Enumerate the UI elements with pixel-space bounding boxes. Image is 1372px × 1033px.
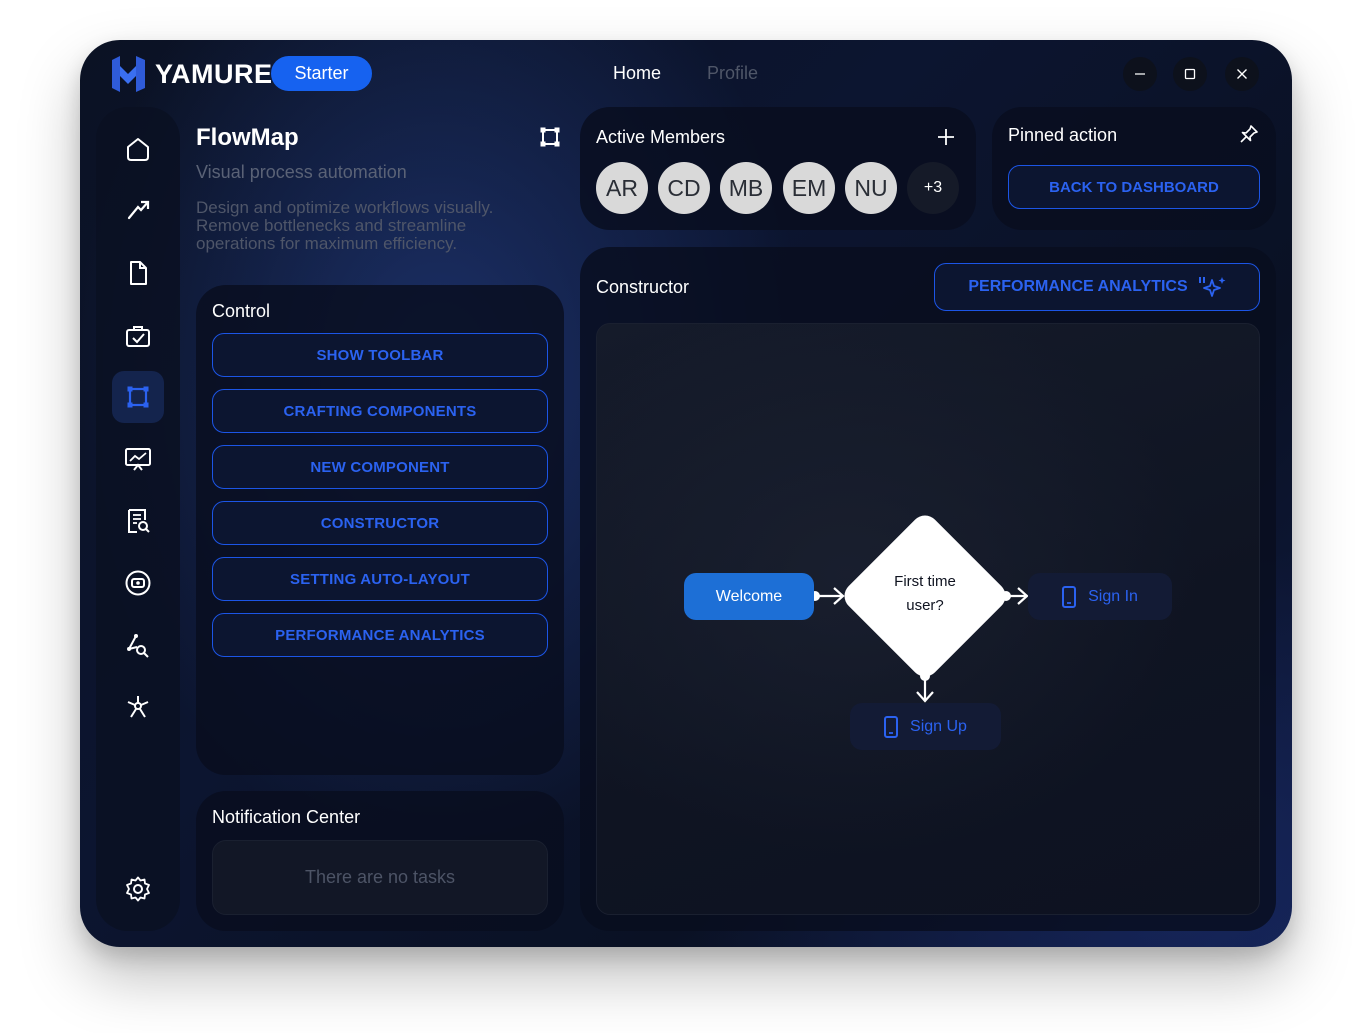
app-window: YAMURE Starter Home Profile FlowMap Visu… [80,40,1292,947]
flow-connectors [810,587,1029,703]
flow-node-sign-in[interactable]: Sign In [1028,573,1172,620]
sign-up-label: Sign Up [910,717,967,735]
flow-node-welcome[interactable]: Welcome [684,573,814,620]
flow-node-sign-up[interactable]: Sign Up [850,703,1001,750]
flow-node-decision-label: First time user? [894,573,956,614]
sign-in-label: Sign In [1088,587,1138,605]
phone-icon [884,715,899,738]
phone-icon [1062,585,1077,608]
